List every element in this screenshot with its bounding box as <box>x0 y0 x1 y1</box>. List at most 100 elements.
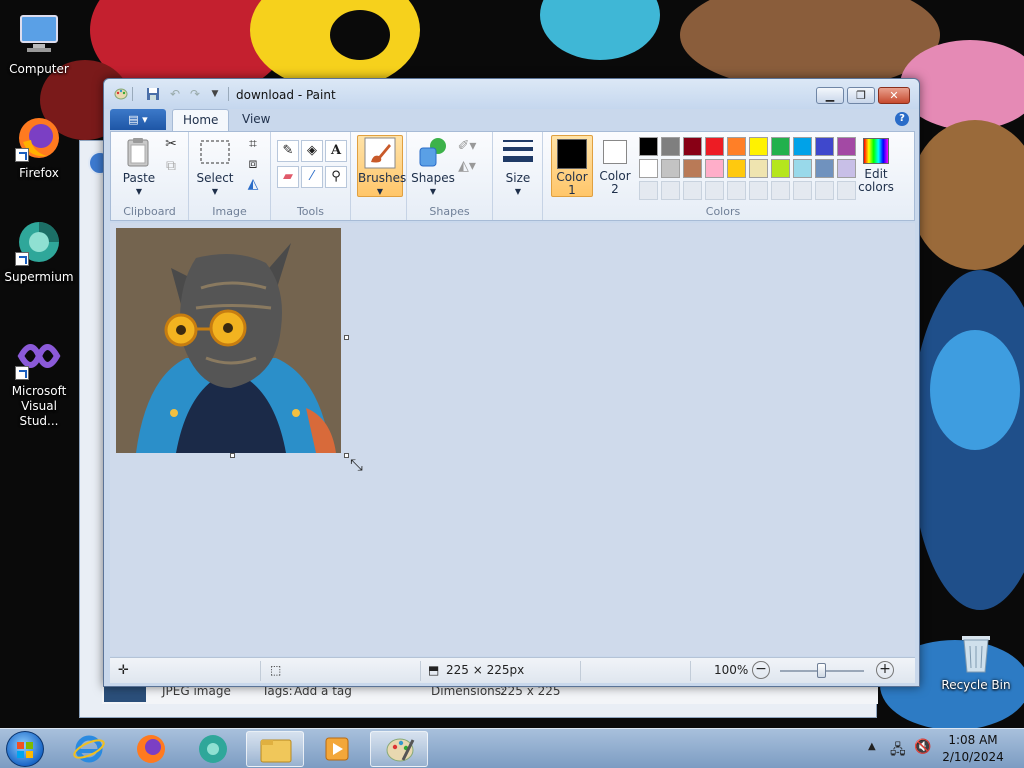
cut-icon[interactable]: ✂ <box>161 134 181 154</box>
palette-swatch[interactable] <box>661 137 680 156</box>
palette-swatch[interactable] <box>815 159 834 178</box>
save-icon[interactable] <box>146 87 160 101</box>
size-button[interactable]: Size ▼ <box>499 136 537 198</box>
minimize-button[interactable]: ▁ <box>816 87 844 104</box>
palette-swatch[interactable] <box>793 137 812 156</box>
desktop-icon-firefox[interactable]: Firefox <box>0 114 78 181</box>
crop-icon[interactable]: ⌗ <box>243 134 263 154</box>
eraser-icon[interactable]: ▰ <box>277 166 299 188</box>
fill-icon[interactable]: ◭▾ <box>457 156 477 176</box>
fill-bucket-icon[interactable]: ◈ <box>301 140 323 162</box>
rotate-icon[interactable]: ◭ <box>243 174 263 194</box>
resize-icon[interactable]: ⧈ <box>243 154 263 174</box>
custom-color-slot[interactable] <box>793 181 812 200</box>
canvas-area[interactable]: ⤡ <box>110 223 915 656</box>
close-button[interactable]: ✕ <box>878 87 910 104</box>
palette-swatch[interactable] <box>661 159 680 178</box>
show-hidden-icons-icon[interactable]: ▲ <box>868 741 876 752</box>
paste-button[interactable]: Paste ▼ <box>117 136 161 198</box>
palette-swatch[interactable] <box>815 137 834 156</box>
taskbar-firefox[interactable] <box>122 731 180 767</box>
zoom-in-button[interactable]: + <box>876 661 894 679</box>
magnifier-icon[interactable]: ⚲ <box>325 166 347 188</box>
taskbar-supermium[interactable] <box>184 731 242 767</box>
color-picker-icon[interactable]: ⁄ <box>301 166 323 188</box>
palette-swatch[interactable] <box>771 137 790 156</box>
custom-color-slot[interactable] <box>683 181 702 200</box>
selection-size-icon: ⬚ <box>270 663 282 677</box>
palette-swatch[interactable] <box>683 137 702 156</box>
custom-color-slot[interactable] <box>771 181 790 200</box>
paint-menu-button[interactable]: ▤ ▾ <box>110 109 166 130</box>
custom-color-slot[interactable] <box>661 181 680 200</box>
palette-swatch[interactable] <box>639 137 658 156</box>
custom-color-slot[interactable] <box>749 181 768 200</box>
palette-swatch[interactable] <box>727 137 746 156</box>
maximize-button[interactable]: ❐ <box>847 87 875 104</box>
resize-handle-right[interactable] <box>344 335 349 340</box>
palette-swatch[interactable] <box>837 159 856 178</box>
edit-colors-icon <box>863 138 889 164</box>
group-colors: Color 1 Color 2 Edit colors Colors <box>543 132 903 220</box>
desktop-icon-computer[interactable]: Computer <box>0 10 78 77</box>
shortcut-arrow-icon <box>15 252 29 266</box>
palette-swatch[interactable] <box>793 159 812 178</box>
resize-handle-corner[interactable] <box>344 453 349 458</box>
desktop-icon-recycle-bin[interactable]: Recycle Bin <box>936 630 1016 693</box>
palette-swatch[interactable] <box>639 159 658 178</box>
zoom-level: 100% <box>714 663 749 677</box>
tab-view[interactable]: View <box>232 109 280 131</box>
canvas-image[interactable] <box>116 228 341 453</box>
desktop-icon-supermium[interactable]: Supermium <box>0 218 78 285</box>
palette-swatch[interactable] <box>771 159 790 178</box>
palette-swatch[interactable] <box>837 137 856 156</box>
redo-icon[interactable]: ↷ <box>188 87 202 101</box>
copy-icon[interactable]: ⧉ <box>161 156 181 176</box>
custom-color-slot[interactable] <box>705 181 724 200</box>
taskbar-media-player[interactable] <box>308 731 366 767</box>
custom-color-slot[interactable] <box>727 181 746 200</box>
pencil-icon[interactable]: ✎ <box>277 140 299 162</box>
qat-customize-icon[interactable]: ▼ <box>208 87 222 101</box>
custom-color-slot[interactable] <box>815 181 834 200</box>
palette-swatch[interactable] <box>727 159 746 178</box>
shapes-button[interactable]: Shapes ▼ <box>411 136 455 198</box>
palette-swatch[interactable] <box>683 159 702 178</box>
network-icon[interactable]: 🖧 <box>890 739 906 763</box>
start-button[interactable] <box>6 731 44 767</box>
brushes-label: Brushes <box>358 171 407 185</box>
color2-button[interactable]: Color 2 <box>595 135 635 196</box>
text-tool-icon[interactable]: A <box>325 140 347 162</box>
size-dropdown-icon: ▼ <box>514 187 522 196</box>
taskbar-paint[interactable] <box>370 731 428 767</box>
palette-swatch[interactable] <box>749 159 768 178</box>
custom-color-slot[interactable] <box>639 181 658 200</box>
clock-date[interactable]: 2/10/2024 <box>938 750 1008 764</box>
volume-muted-icon[interactable]: 🔇 <box>914 739 931 755</box>
paint-window[interactable]: ↶ ↷ ▼ download - Paint ▁ ❐ ✕ ▤ ▾ Home Vi… <box>103 78 920 687</box>
palette-swatch[interactable] <box>705 137 724 156</box>
desktop-icon-label: Supermium <box>4 270 74 284</box>
outline-icon[interactable]: ✐▾ <box>457 136 477 156</box>
zoom-out-button[interactable]: − <box>752 661 770 679</box>
palette-swatch[interactable] <box>705 159 724 178</box>
minus-icon: − <box>755 661 767 677</box>
tab-home[interactable]: Home <box>172 109 230 131</box>
desktop-icon-label: Microsoft Visual Stud... <box>11 384 67 428</box>
zoom-slider-thumb[interactable] <box>817 663 826 678</box>
custom-color-slot[interactable] <box>837 181 856 200</box>
edit-colors-button[interactable]: Edit colors <box>855 135 897 194</box>
palette-swatch[interactable] <box>749 137 768 156</box>
taskbar-file-explorer[interactable] <box>246 731 304 767</box>
color1-button[interactable]: Color 1 <box>551 135 593 197</box>
clock-time[interactable]: 1:08 AM <box>938 733 1008 747</box>
brushes-button[interactable]: Brushes ▼ <box>357 135 407 197</box>
desktop-icon-visual-studio[interactable]: Microsoft Visual Stud... <box>0 332 78 429</box>
select-button[interactable]: Select ▼ <box>193 136 237 198</box>
title-bar[interactable]: ↶ ↷ ▼ download - Paint ▁ ❐ ✕ <box>104 79 919 109</box>
help-icon[interactable]: ? <box>895 112 909 126</box>
plus-icon: + <box>879 661 891 677</box>
resize-handle-bottom[interactable] <box>230 453 235 458</box>
taskbar-internet-explorer[interactable] <box>60 731 118 767</box>
undo-icon[interactable]: ↶ <box>168 87 182 101</box>
